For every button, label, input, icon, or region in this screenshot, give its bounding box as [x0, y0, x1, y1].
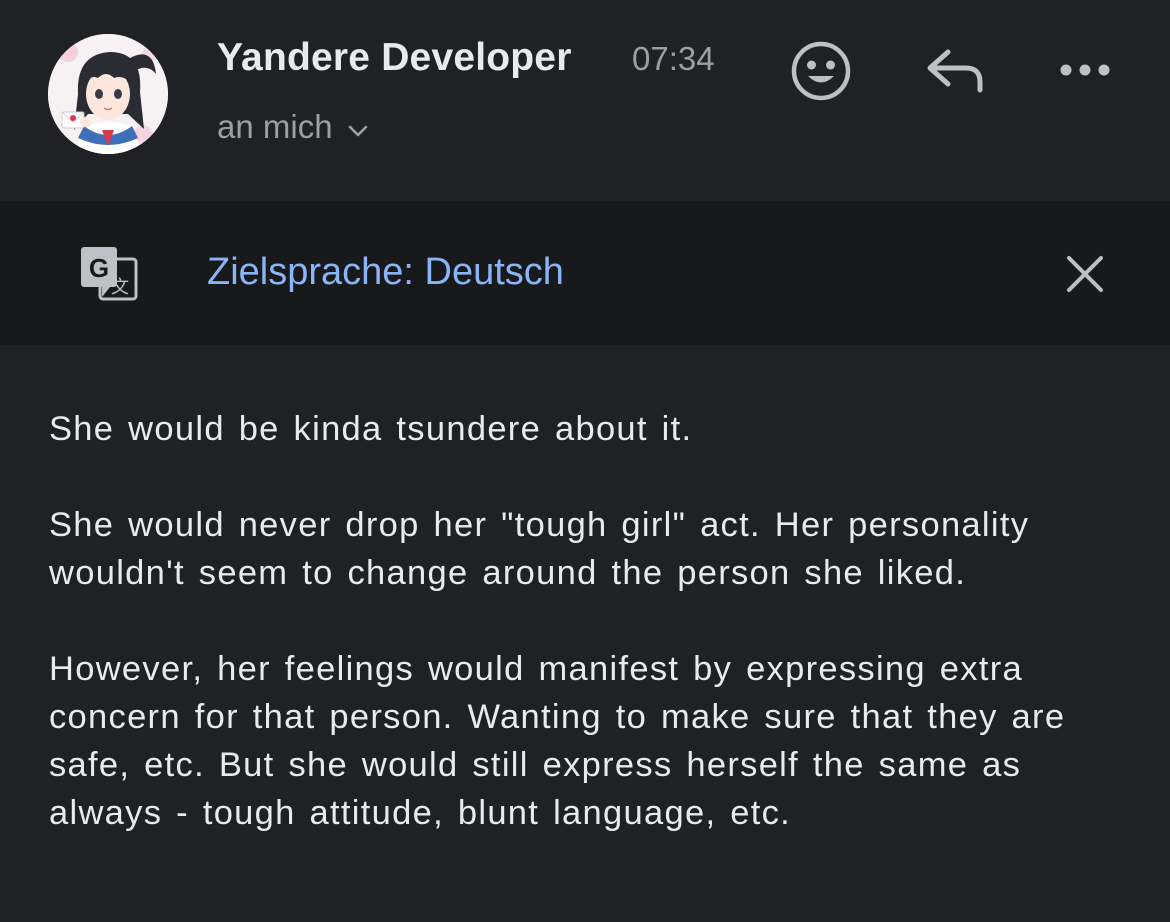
avatar-image: [48, 34, 168, 154]
message-header: Yandere Developer 07:34 an mich: [0, 0, 1170, 200]
message-paragraph: She would never drop her "tough girl" ac…: [49, 506, 1030, 592]
more-icon: [1060, 64, 1110, 76]
message-time: 07:34: [632, 40, 715, 77]
message-paragraph: She would be kinda tsundere about it.: [49, 410, 693, 448]
chevron-down-icon: [347, 108, 369, 146]
close-translate-button[interactable]: [1062, 251, 1108, 297]
target-language-link[interactable]: Zielsprache: Deutsch: [207, 251, 564, 294]
google-translate-icon: G 文: [78, 243, 140, 305]
translate-bar: G 文 Zielsprache: Deutsch: [0, 201, 1170, 345]
sender-name[interactable]: Yandere Developer: [217, 36, 572, 80]
message-paragraph: However, her feelings would manifest by …: [49, 650, 1066, 832]
recipient-toggle[interactable]: an mich: [217, 108, 369, 146]
svg-text:G: G: [89, 253, 109, 283]
reply-icon: [927, 49, 983, 93]
message-body: She would be kinda tsundere about it. Sh…: [49, 405, 1129, 885]
sender-avatar[interactable]: [48, 34, 168, 154]
recipient-label: an mich: [217, 108, 333, 145]
emoji-icon: [791, 41, 851, 101]
close-icon: [1067, 256, 1103, 292]
add-reaction-button[interactable]: [788, 38, 854, 104]
svg-text:文: 文: [111, 277, 129, 298]
reply-button[interactable]: [920, 40, 990, 100]
more-options-button[interactable]: [1052, 50, 1118, 90]
